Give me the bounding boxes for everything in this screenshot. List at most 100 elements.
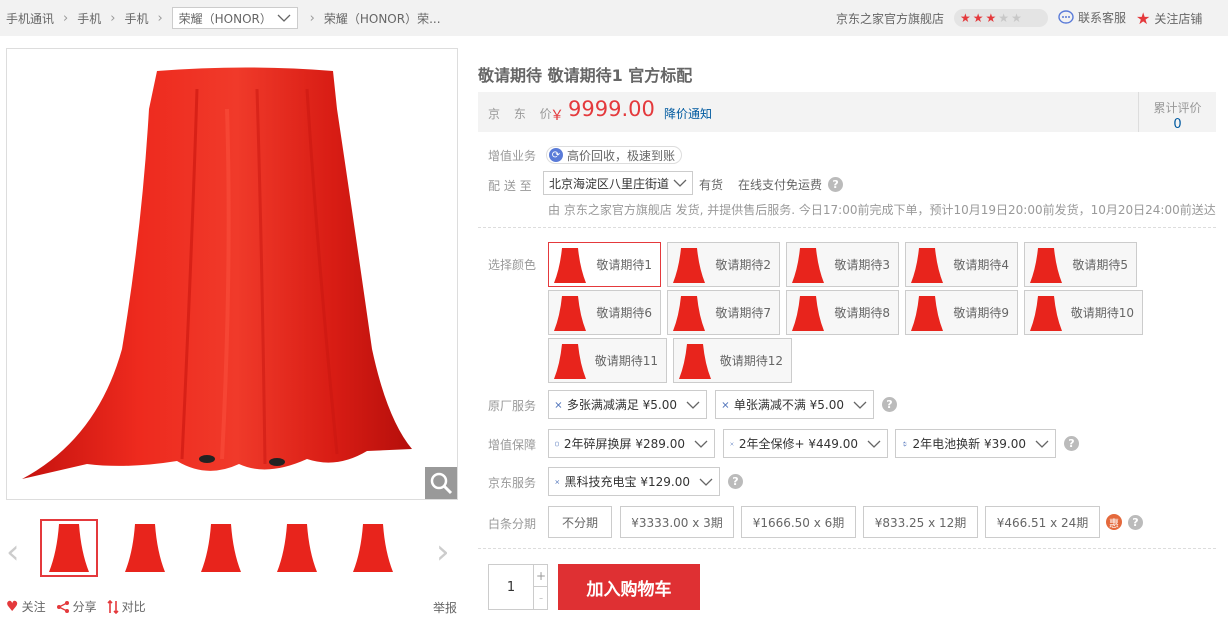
free-shipping-text: 在线支付免运费 <box>738 178 823 192</box>
thumbnail[interactable] <box>268 519 326 577</box>
share-link[interactable]: 分享 <box>56 598 97 615</box>
warranty-option[interactable]: 2年电池换新 ¥39.00 <box>895 429 1056 458</box>
brand-select[interactable]: 荣耀（HONOR） <box>171 7 298 29</box>
report-link[interactable]: 举报 <box>433 599 457 616</box>
add-to-cart-button[interactable]: 加入购物车 <box>558 564 700 610</box>
factory-service-option[interactable]: 单张满减不满 ¥5.00 <box>715 390 874 419</box>
warranty-option[interactable]: 2年全保修+ ¥449.00 <box>723 429 888 458</box>
breadcrumb-item-phones[interactable]: 手机 <box>77 10 101 27</box>
quantity-input[interactable]: 1 <box>489 565 533 609</box>
color-option[interactable]: 敬请期待11 <box>548 338 667 383</box>
breadcrumb-item-product[interactable]: 荣耀（HONOR）荣... <box>324 10 441 27</box>
color-option[interactable]: 敬请期待10 <box>1024 290 1143 335</box>
magnifier-icon <box>430 472 453 495</box>
red-cloth-image <box>22 67 412 479</box>
recycle-icon: ⟳ <box>549 148 563 162</box>
price-notify-link[interactable]: 降价通知 <box>664 105 712 122</box>
color-option[interactable]: 敬请期待4 <box>905 242 1018 287</box>
thumbnail[interactable] <box>192 519 250 577</box>
divider <box>478 227 1216 228</box>
color-option[interactable]: 敬请期待3 <box>786 242 899 287</box>
star-icon: ★ <box>998 11 1010 25</box>
color-option[interactable]: 敬请期待8 <box>786 290 899 335</box>
installment-option[interactable]: ¥833.25 x 12期 <box>863 506 978 538</box>
color-option-label: 敬请期待7 <box>715 306 771 320</box>
quantity-minus-button[interactable]: - <box>533 587 548 609</box>
help-icon[interactable]: ? <box>728 474 743 489</box>
follow-shop-link[interactable]: ★ 关注店铺 <box>1136 9 1202 28</box>
follow-product-link[interactable]: ♥ 关注 <box>6 598 46 615</box>
contact-service-link[interactable]: 联系客服 <box>1058 9 1126 26</box>
chat-bubble-icon <box>1058 10 1074 24</box>
tools-icon <box>722 401 729 408</box>
star-icon: ★ <box>1011 11 1022 25</box>
installment-option[interactable]: ¥3333.00 x 3期 <box>620 506 734 538</box>
price-currency: ￥ <box>550 108 564 124</box>
quantity-plus-button[interactable]: + <box>533 565 548 587</box>
zoom-button[interactable] <box>425 467 457 499</box>
color-option-label: 敬请期待1 <box>596 258 652 272</box>
tools-icon <box>730 441 734 446</box>
red-cloth-swatch <box>1030 247 1062 283</box>
warranty-text: 2年碎屏换屏 ¥289.00 <box>563 437 685 451</box>
breadcrumb-item-phones-comm[interactable]: 手机通讯 <box>6 10 54 27</box>
thumb-next-arrow[interactable]: › <box>436 532 450 572</box>
color-option[interactable]: 敬请期待2 <box>667 242 780 287</box>
trade-in-pill[interactable]: ⟳ 高价回收，极速到账 <box>546 146 683 164</box>
warranty-label: 增值保障 <box>488 438 537 452</box>
thumbnail[interactable] <box>116 519 174 577</box>
breadcrumb-separator: › <box>63 10 69 26</box>
jd-service-option[interactable]: 黑科技充电宝 ¥129.00 <box>548 467 720 496</box>
tools-icon <box>555 479 560 484</box>
price-box: 京 东 价 ￥ 9999.00 降价通知 累计评价 0 <box>478 92 1216 132</box>
shop-name[interactable]: 京东之家官方旗舰店 <box>836 10 944 27</box>
color-option[interactable]: 敬请期待7 <box>667 290 780 335</box>
help-icon[interactable]: ? <box>882 397 897 412</box>
star-icon: ★ <box>960 11 971 25</box>
discount-badge[interactable]: 惠 <box>1106 514 1122 530</box>
warranty-option[interactable]: 2年碎屏换屏 ¥289.00 <box>548 429 715 458</box>
red-cloth-thumb <box>277 524 317 572</box>
color-option[interactable]: 敬请期待6 <box>548 290 661 335</box>
installment-option[interactable]: ¥466.51 x 24期 <box>985 506 1100 538</box>
warranty-text: 2年电池换新 ¥39.00 <box>912 437 1026 451</box>
installment-option[interactable]: ¥1666.50 x 6期 <box>741 506 856 538</box>
divider <box>478 548 1216 549</box>
red-cloth-thumb <box>201 524 241 572</box>
red-cloth-thumb <box>49 524 89 572</box>
red-cloth-swatch <box>792 295 824 331</box>
thumbnail[interactable] <box>40 519 98 577</box>
color-option[interactable]: 敬请期待12 <box>673 338 792 383</box>
compare-label: 对比 <box>121 600 146 614</box>
breadcrumb-item-phone[interactable]: 手机 <box>124 10 148 27</box>
reviews-summary[interactable]: 累计评价 0 <box>1138 92 1216 132</box>
color-option-label: 敬请期待4 <box>953 258 1009 272</box>
thumb-prev-arrow[interactable]: ‹ <box>6 532 20 572</box>
shop-rating: ★ ★ ★ ★ ★ <box>954 9 1048 27</box>
breadcrumb-separator: › <box>157 10 163 26</box>
help-icon[interactable]: ? <box>1128 515 1143 530</box>
breadcrumb-bar: 手机通讯 › 手机 › 手机 › 荣耀（HONOR） › 荣耀（HONOR）荣.… <box>0 0 1228 36</box>
breadcrumb-separator: › <box>110 10 116 26</box>
red-cloth-swatch <box>911 295 943 331</box>
red-cloth-thumb <box>125 524 165 572</box>
compare-link[interactable]: 对比 <box>107 598 146 615</box>
help-icon[interactable]: ? <box>1064 436 1079 451</box>
color-option[interactable]: 敬请期待5 <box>1024 242 1137 287</box>
thumbnail-strip <box>40 519 402 577</box>
compare-icon <box>107 599 119 614</box>
brand-select-value: 荣耀（HONOR） <box>178 11 272 26</box>
red-cloth-swatch <box>554 247 586 283</box>
thumbnail[interactable] <box>344 519 402 577</box>
address-select[interactable]: 北京海淀区八里庄街道 <box>543 171 693 195</box>
free-shipping: 在线支付免运费 ? <box>738 176 844 193</box>
help-icon[interactable]: ? <box>828 177 844 192</box>
chevron-down-icon <box>277 14 291 22</box>
installment-option[interactable]: 不分期 <box>548 506 612 538</box>
red-cloth-swatch <box>673 247 705 283</box>
color-option[interactable]: 敬请期待9 <box>905 290 1018 335</box>
main-product-image[interactable] <box>6 48 458 500</box>
factory-service-option[interactable]: 多张满减满足 ¥5.00 <box>548 390 707 419</box>
color-option[interactable]: 敬请期待1 <box>548 242 661 287</box>
chevron-down-icon <box>673 179 687 187</box>
